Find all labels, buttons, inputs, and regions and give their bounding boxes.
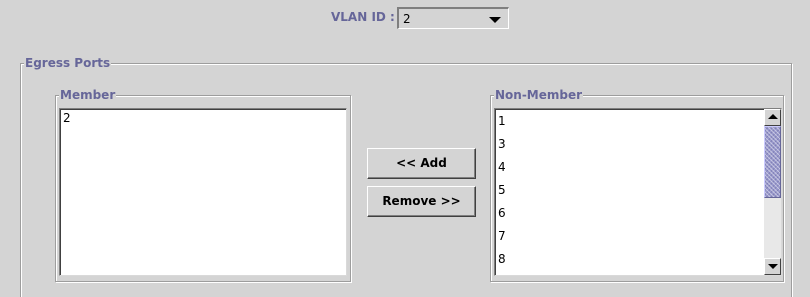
remove-button[interactable]: Remove >> [367,186,476,217]
vlan-id-select-inner: 2 [400,10,507,27]
scrollbar-thumb[interactable] [764,126,781,198]
chevron-down-icon[interactable] [489,17,501,23]
list-item[interactable]: 4 [498,160,506,174]
non-member-scrollbar[interactable] [764,109,781,275]
list-item[interactable]: 1 [498,114,506,128]
vlan-id-select[interactable]: 2 [397,7,509,29]
vlan-toolbar: VLAN ID : 2 [0,0,810,44]
list-item[interactable]: 7 [498,229,506,243]
list-item[interactable]: 6 [498,206,506,220]
add-button[interactable]: << Add [367,148,476,179]
list-item[interactable]: 8 [498,252,506,266]
list-item[interactable]: 5 [498,183,506,197]
non-member-list[interactable]: 1 3 4 5 6 7 8 [494,108,782,276]
egress-ports-legend: Egress Ports [24,56,112,70]
arrow-down-icon [768,264,778,269]
arrow-up-icon [768,114,778,119]
scroll-down-button[interactable] [764,258,781,275]
vlan-id-label: VLAN ID : [331,10,395,24]
list-item[interactable]: 3 [498,137,506,151]
non-member-legend: Non-Member [494,88,584,102]
list-item[interactable]: 2 [63,111,71,125]
scroll-up-button[interactable] [764,109,781,126]
member-list[interactable]: 2 [59,108,347,276]
member-legend: Member [59,88,117,102]
vlan-id-value: 2 [403,12,411,26]
